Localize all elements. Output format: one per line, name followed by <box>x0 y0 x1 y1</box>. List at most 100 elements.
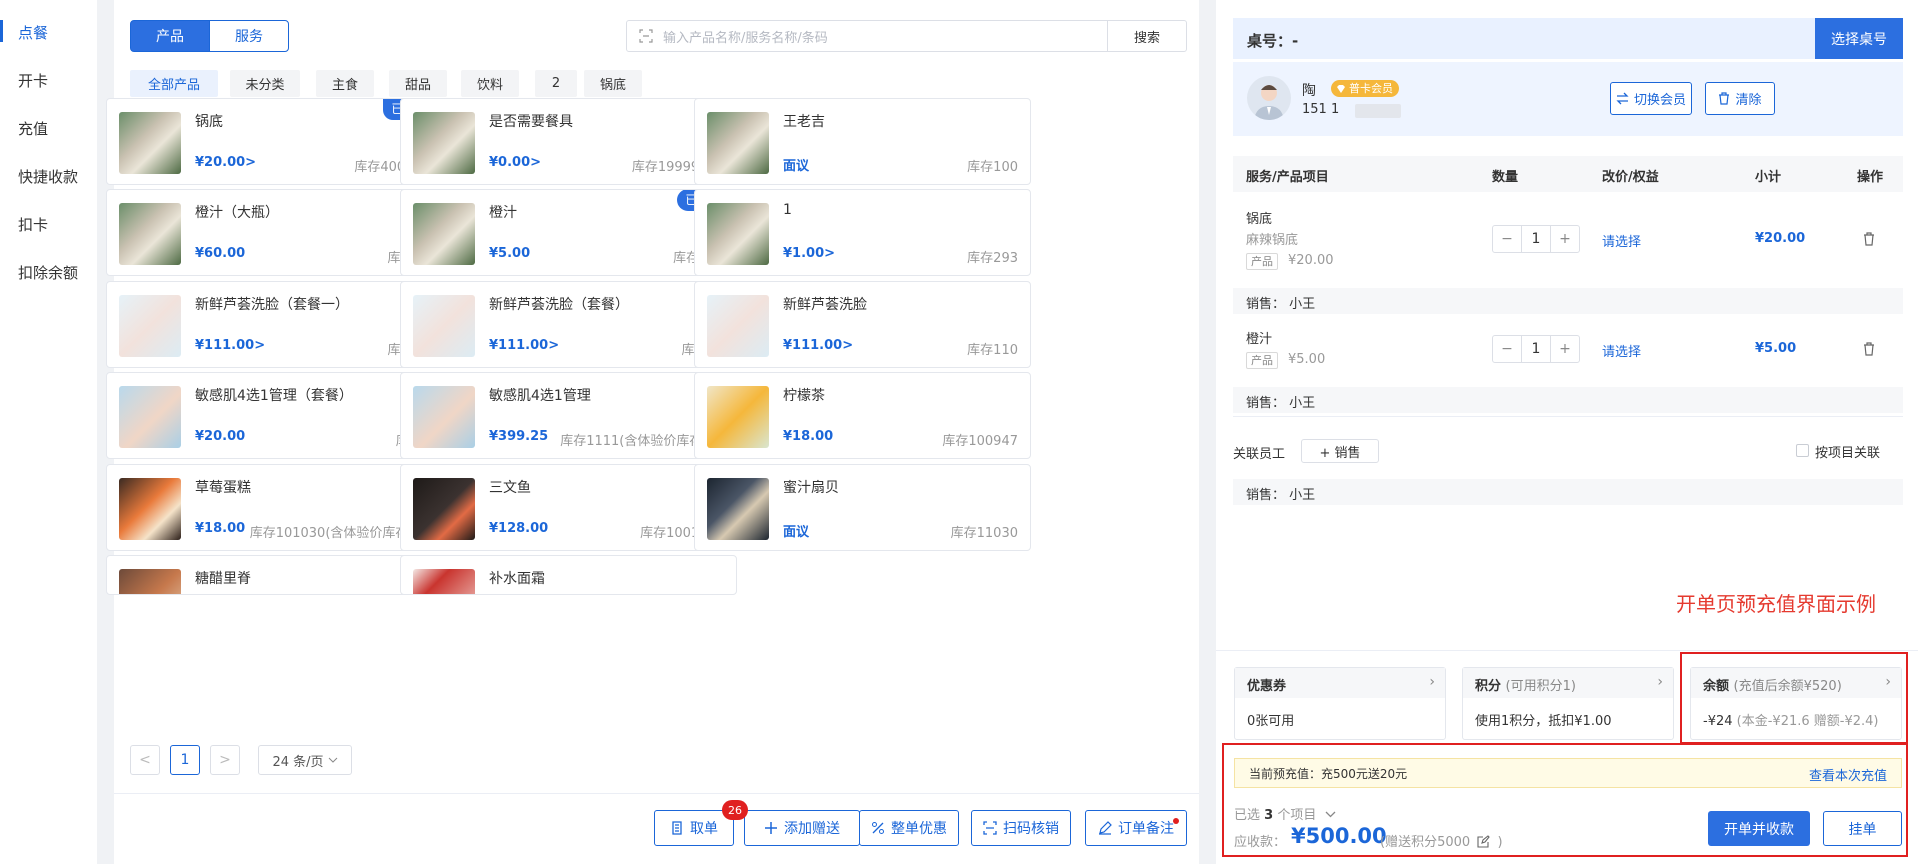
page-size-value: 24 条/页 <box>272 754 324 770</box>
by-item-checkbox[interactable] <box>1796 444 1809 457</box>
sidebar-item-order[interactable]: 点餐 <box>18 22 48 43</box>
item-sales-row: 销售： 小王 <box>1233 387 1903 413</box>
category-drinks[interactable]: 饮料 <box>461 70 519 97</box>
choose-table-button[interactable]: 选择桌号 <box>1815 18 1903 59</box>
product-name: 橙汁（大瓶） <box>195 205 279 221</box>
category-uncategorized[interactable]: 未分类 <box>230 70 300 97</box>
item-sales-text: 销售： 小王 <box>1246 297 1316 312</box>
product-name: 敏感肌4选1管理 <box>489 388 591 404</box>
product-name: 是否需要餐具 <box>489 114 573 130</box>
page-size-select[interactable]: 24 条/页 <box>258 745 352 775</box>
pager-prev-button[interactable]: < <box>130 745 160 775</box>
increase-button[interactable]: + <box>1551 336 1579 362</box>
order-note-button[interactable]: 订单备注 <box>1085 810 1187 846</box>
product-thumbnail <box>119 203 181 265</box>
swap-icon <box>1616 92 1629 105</box>
sidebar-item-deduct-card[interactable]: 扣卡 <box>18 214 48 235</box>
category-dessert[interactable]: 甜品 <box>389 70 447 97</box>
pager-page-1[interactable]: 1 <box>170 745 200 775</box>
order-item-unit-price: ¥20.00 <box>1288 253 1334 268</box>
sidebar-item-recharge[interactable]: 充值 <box>18 118 48 139</box>
category-staple[interactable]: 主食 <box>316 70 374 97</box>
clear-member-button[interactable]: 清除 <box>1705 82 1775 115</box>
product-card-sensitive-skin-set[interactable]: 敏感肌4选1管理（套餐）¥20.00库存3 <box>106 372 443 459</box>
product-card-orange-juice[interactable]: 橙汁¥5.00库存948已添加1 <box>400 189 737 276</box>
delete-item-icon[interactable] <box>1862 232 1876 246</box>
member-card: 陶 普卡会员 151 1 切换会员 清除 <box>1233 62 1903 136</box>
sidebar-active-indicator <box>0 20 3 42</box>
sidebar-item-quick-pay[interactable]: 快捷收款 <box>18 166 78 187</box>
product-card-wanglaoji[interactable]: 王老吉 面议 库存100 <box>694 98 1031 185</box>
order-item-name: 锅底 <box>1246 212 1273 227</box>
product-card-aloe-wash-set[interactable]: 新鲜芦荟洗脸（套餐）¥111.00>库存40 <box>400 281 737 368</box>
delete-item-icon[interactable] <box>1862 342 1876 356</box>
product-card-salmon[interactable]: 三文鱼 ¥128.00 库存1001060 <box>400 464 737 551</box>
product-card-orange-juice-large[interactable]: 橙汁（大瓶）¥60.00库存63 <box>106 189 443 276</box>
whole-discount-button[interactable]: 整单优惠 <box>859 810 959 846</box>
product-name: 新鲜芦荟洗脸（套餐一） <box>195 297 349 313</box>
product-card-hotpot-base[interactable]: 锅底¥20.00>库存400000已添加1 <box>106 98 443 185</box>
quantity-value[interactable]: 1 <box>1521 336 1551 362</box>
category-2[interactable]: 2 <box>535 70 577 97</box>
member-level-label: 普卡会员 <box>1349 82 1393 95</box>
product-thumbnail <box>413 569 475 594</box>
decrease-button[interactable]: − <box>1493 226 1521 252</box>
tab-product[interactable]: 产品 <box>130 20 210 52</box>
product-name: 新鲜芦荟洗脸（套餐） <box>489 297 629 313</box>
product-stock: 库存11030 <box>950 526 1018 541</box>
member-name: 陶 <box>1302 83 1316 99</box>
category-all[interactable]: 全部产品 <box>130 70 218 97</box>
tab-service[interactable]: 服务 <box>209 20 289 52</box>
points-card[interactable]: 积分 (可用积分1) › 使用1积分，抵扣¥1.00 <box>1462 667 1674 740</box>
product-card-honey-scallop[interactable]: 蜜汁扇贝 面议 库存11030 <box>694 464 1031 551</box>
price-change-select[interactable]: 请选择 <box>1602 341 1641 360</box>
product-price: 面议 <box>783 525 810 540</box>
product-price: ¥111.00> <box>489 338 560 353</box>
product-card-moisturizer[interactable]: 补水面霜 <box>400 555 737 595</box>
quantity-stepper[interactable]: − 1 + <box>1492 335 1580 363</box>
product-price: ¥20.00 <box>195 429 246 444</box>
product-card-sweet-sour-pork[interactable]: 糖醋里脊 <box>106 555 443 595</box>
sidebar-item-deduct-balance[interactable]: 扣除余额 <box>18 262 78 283</box>
sidebar-item-open-card[interactable]: 开卡 <box>18 70 48 91</box>
quantity-value[interactable]: 1 <box>1521 226 1551 252</box>
diamond-icon <box>1337 85 1345 93</box>
sidebar: 点餐 开卡 充值 快捷收款 扣卡 扣除余额 <box>0 0 97 864</box>
price-change-select[interactable]: 请选择 <box>1602 231 1641 250</box>
coupon-card[interactable]: 优惠券 › 0张可用 <box>1234 667 1446 740</box>
add-sales-button[interactable]: + 销售 <box>1301 439 1379 463</box>
category-hotpot-base[interactable]: 锅底 <box>584 70 642 97</box>
table-header: 桌号：- 选择桌号 <box>1233 18 1903 59</box>
product-thumbnail <box>707 386 769 448</box>
quantity-stepper[interactable]: − 1 + <box>1492 225 1580 253</box>
product-card-aloe-wash[interactable]: 新鲜芦荟洗脸 ¥111.00> 库存110 <box>694 281 1031 368</box>
product-name: 橙汁 <box>489 205 517 221</box>
search-button[interactable]: 搜索 <box>1107 20 1187 52</box>
take-order-button[interactable]: 取单 <box>654 810 734 846</box>
product-card-lemon-tea[interactable]: 柠檬茶 ¥18.00 库存100947 <box>694 372 1031 459</box>
product-thumbnail <box>119 386 181 448</box>
order-note-dot <box>1173 818 1179 824</box>
pager-next-button[interactable]: > <box>210 745 240 775</box>
chevron-right-icon: › <box>1429 674 1435 690</box>
switch-member-button[interactable]: 切换会员 <box>1610 82 1692 115</box>
take-order-label: 取单 <box>690 821 718 837</box>
balance-highlight-box <box>1680 652 1908 744</box>
add-gift-button[interactable]: 添加赠送 <box>744 810 860 846</box>
order-item-unit-price: ¥5.00 <box>1288 352 1326 367</box>
product-card-strawberry-cake[interactable]: 草莓蛋糕 ¥18.00 库存101030(含体验价库存98) <box>106 464 443 551</box>
product-card-tableware[interactable]: 是否需要餐具 ¥0.00> 库存19999998 <box>400 98 737 185</box>
product-card-aloe-wash-set-1[interactable]: 新鲜芦荟洗脸（套餐一）¥111.00>库存43 <box>106 281 443 368</box>
decrease-button[interactable]: − <box>1493 336 1521 362</box>
product-card-sensitive-skin[interactable]: 敏感肌4选1管理 ¥399.25 库存1111(含体验价库存11) <box>400 372 737 459</box>
product-thumbnail <box>413 386 475 448</box>
scan-verify-button[interactable]: 扫码核销 <box>971 810 1071 846</box>
product-name: 王老吉 <box>783 114 825 130</box>
product-thumbnail <box>707 112 769 174</box>
increase-button[interactable]: + <box>1551 226 1579 252</box>
search-input[interactable]: 输入产品名称/服务名称/条码 <box>626 20 1108 52</box>
product-thumbnail <box>413 295 475 357</box>
order-table-header <box>1233 156 1903 192</box>
product-card-item-1[interactable]: 1 ¥1.00> 库存293 <box>694 189 1031 276</box>
related-staff-label: 关联员工 <box>1233 447 1286 462</box>
